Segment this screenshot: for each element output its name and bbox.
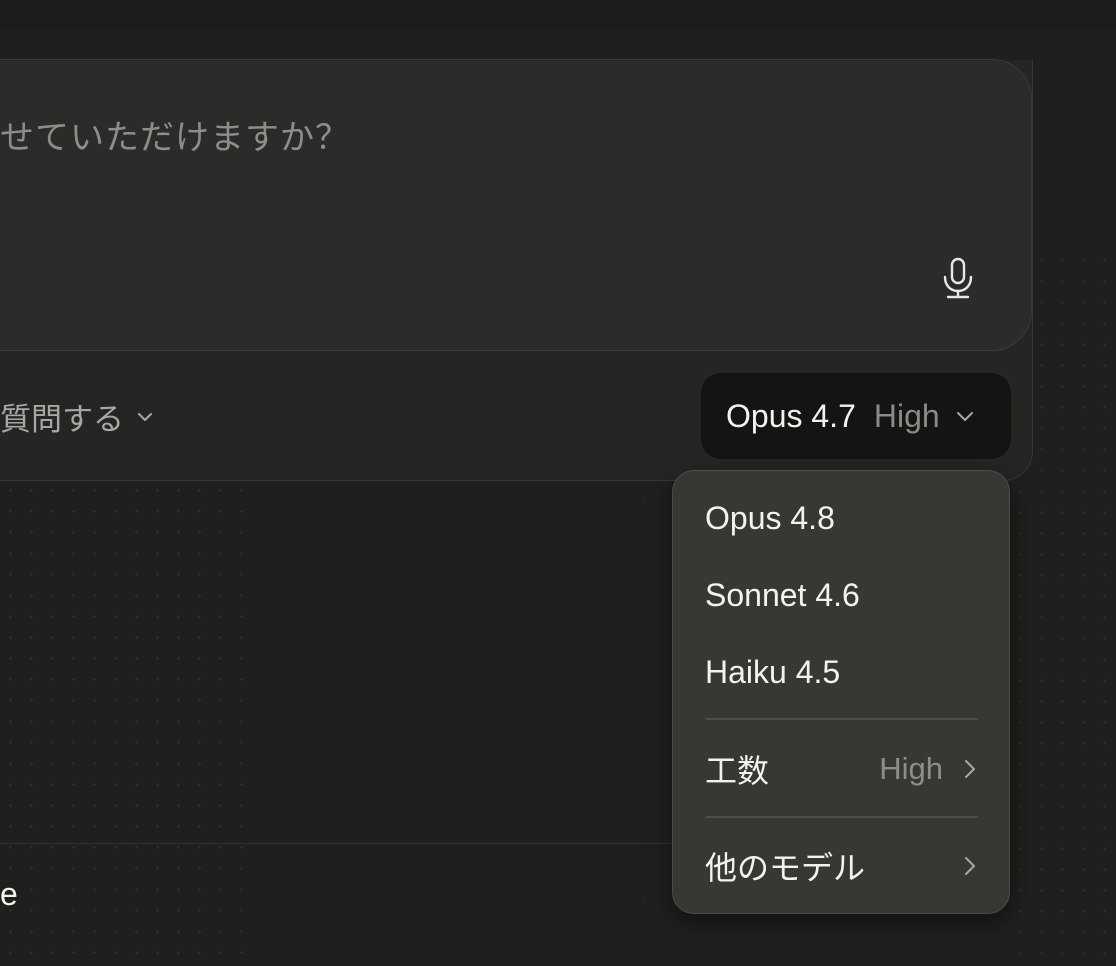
- footer-text: e: [0, 876, 18, 912]
- chevron-down-icon: [138, 412, 152, 421]
- section-divider: [0, 843, 680, 844]
- microphone-button[interactable]: [938, 256, 978, 300]
- chevron-right-icon: [965, 760, 975, 778]
- menu-item-label: 工数: [705, 753, 770, 789]
- menu-item-opus-4-8[interactable]: Opus 4.8: [673, 488, 1009, 548]
- selected-effort: High: [873, 397, 940, 434]
- menu-item-haiku-4-5[interactable]: Haiku 4.5: [673, 642, 1009, 702]
- app-window: せていただけますか？ 質問する Opus 4.7 High e Opus 4.8…: [0, 0, 1116, 966]
- menu-divider: [706, 816, 978, 818]
- mode-dropdown[interactable]: 質問する: [0, 394, 154, 439]
- chevron-down-icon: [956, 412, 973, 421]
- microphone-icon: [943, 257, 973, 299]
- selected-model-name: Opus 4.7: [726, 397, 856, 434]
- prompt-placeholder: せていただけますか？: [0, 119, 350, 157]
- menu-divider: [706, 718, 978, 720]
- background-dots: [0, 480, 260, 966]
- menu-item-sonnet-4-6[interactable]: Sonnet 4.6: [673, 565, 1009, 625]
- model-selector-button[interactable]: Opus 4.7 High: [701, 373, 1011, 459]
- menu-item-label: Opus 4.8: [705, 499, 835, 536]
- menu-item-more-models[interactable]: 他のモデル: [673, 836, 1009, 896]
- prompt-input[interactable]: [0, 59, 1032, 351]
- model-dropdown-menu: Opus 4.8 Sonnet 4.6 Haiku 4.5 工数 High 他の…: [672, 470, 1010, 914]
- mode-label: 質問する: [0, 402, 124, 437]
- menu-item-label: 他のモデル: [705, 850, 866, 886]
- top-band: [0, 0, 1116, 30]
- menu-item-label: Haiku 4.5: [705, 653, 841, 690]
- menu-item-effort[interactable]: 工数 High: [673, 739, 1009, 799]
- effort-value: High: [879, 751, 943, 786]
- menu-item-label: Sonnet 4.6: [705, 576, 860, 613]
- chevron-right-icon: [965, 857, 975, 875]
